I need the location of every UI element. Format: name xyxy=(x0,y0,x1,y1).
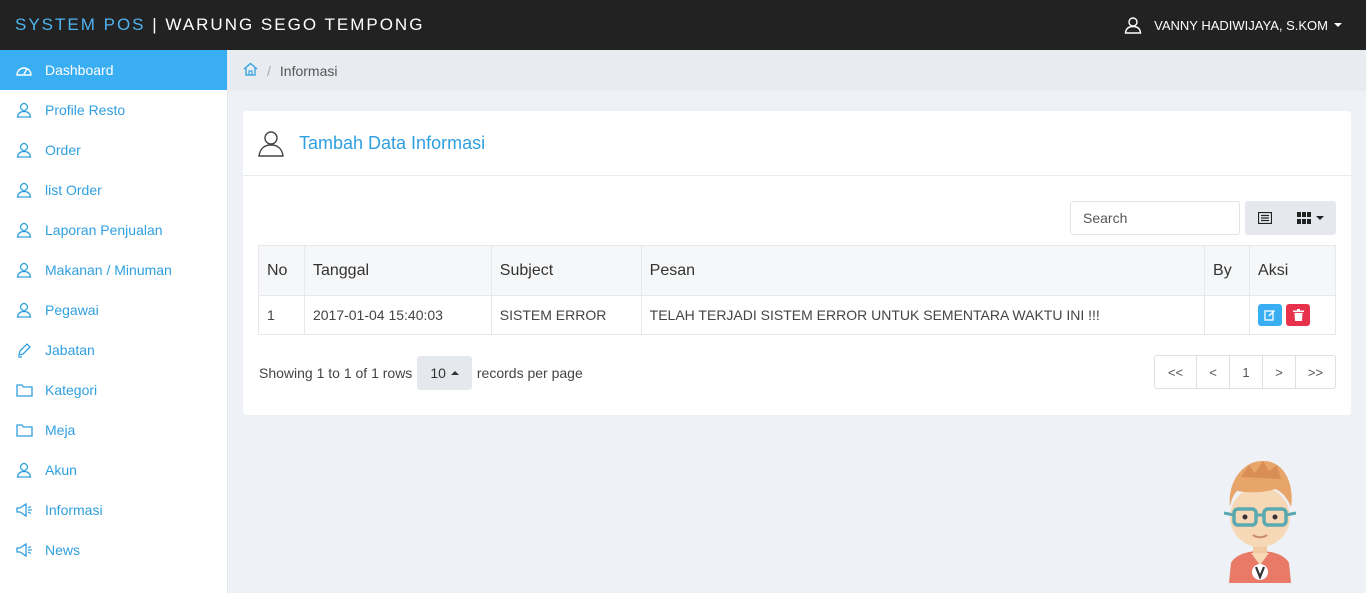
edit-icon xyxy=(1264,309,1276,321)
page-number-button[interactable]: 1 xyxy=(1230,356,1263,388)
dashboard-icon xyxy=(14,61,34,79)
sidebar-item-makanan-minuman[interactable]: Makanan / Minuman xyxy=(0,250,227,290)
sidebar-item-label: Jabatan xyxy=(45,342,95,358)
breadcrumb-separator: / xyxy=(267,62,271,79)
sidebar-item-label: Laporan Penjualan xyxy=(45,222,163,238)
user-name: VANNY HADIWIJAYA, S.KOM xyxy=(1154,17,1328,33)
search-input[interactable] xyxy=(1070,201,1240,235)
megaphone-icon xyxy=(14,501,34,519)
column-header-pesan[interactable]: Pesan xyxy=(640,245,1206,296)
user-icon xyxy=(14,221,34,239)
cell-by xyxy=(1204,295,1251,335)
user-icon xyxy=(14,101,34,119)
records-per-page-text: records per page xyxy=(476,365,583,381)
page-prev-button[interactable]: < xyxy=(1197,356,1230,388)
sidebar-item-laporan-penjualan[interactable]: Laporan Penjualan xyxy=(0,210,227,250)
list-view-button[interactable] xyxy=(1245,201,1285,235)
trash-icon xyxy=(1292,309,1304,321)
sidebar-item-label: Order xyxy=(45,142,81,158)
panel-title: Tambah Data Informasi xyxy=(299,132,486,153)
sidebar-item-kategori[interactable]: Kategori xyxy=(0,370,227,410)
folder-icon xyxy=(14,381,34,399)
table-row: 1 2017-01-04 15:40:03 SISTEM ERROR TELAH… xyxy=(258,295,1336,335)
sidebar-item-jabatan[interactable]: Jabatan xyxy=(0,330,227,370)
page-next-button[interactable]: > xyxy=(1263,356,1296,388)
sidebar-item-meja[interactable]: Meja xyxy=(0,410,227,450)
column-header-no[interactable]: No xyxy=(258,245,305,296)
user-icon xyxy=(14,461,34,479)
table-toolbar xyxy=(1070,201,1336,235)
sidebar-item-label: Meja xyxy=(45,422,76,438)
sidebar-item-dashboard[interactable]: Dashboard xyxy=(0,50,227,90)
brand-title[interactable]: SYSTEM POS | WARUNG SEGO TEMPONG xyxy=(15,15,424,35)
sidebar-item-label: Akun xyxy=(45,462,77,478)
panel-header: Tambah Data Informasi xyxy=(243,111,1351,176)
informasi-table: No Tanggal Subject Pesan By Aksi 1 2017-… xyxy=(258,245,1336,335)
column-header-subject[interactable]: Subject xyxy=(490,245,642,296)
top-navbar: SYSTEM POS | WARUNG SEGO TEMPONG VANNY H… xyxy=(0,0,1366,50)
caret-down-icon xyxy=(1316,216,1324,220)
user-icon xyxy=(14,141,34,159)
caret-down-icon xyxy=(1334,23,1342,27)
columns-button[interactable] xyxy=(1285,201,1336,235)
page-size-dropdown[interactable]: 10 xyxy=(417,356,472,390)
content-panel: Tambah Data Informasi No Tanggal Subject… xyxy=(243,111,1351,415)
folder-icon xyxy=(14,421,34,439)
sidebar-item-akun[interactable]: Akun xyxy=(0,450,227,490)
delete-button[interactable] xyxy=(1286,304,1311,326)
user-icon xyxy=(14,181,34,199)
showing-text: Showing 1 to 1 of 1 rows xyxy=(259,365,413,381)
megaphone-icon xyxy=(14,541,34,559)
edit-button[interactable] xyxy=(1258,304,1283,326)
pen-icon xyxy=(14,341,34,359)
brand-name: WARUNG SEGO TEMPONG xyxy=(165,15,425,34)
cell-pesan: TELAH TERJADI SISTEM ERROR UNTUK SEMENTA… xyxy=(640,295,1206,335)
user-icon xyxy=(14,301,34,319)
page-first-button[interactable]: << xyxy=(1155,356,1197,388)
columns-icon xyxy=(1297,212,1311,224)
pagination-info: Showing 1 to 1 of 1 rows 10 records per … xyxy=(259,356,583,390)
user-icon xyxy=(1124,17,1142,34)
sidebar-item-informasi[interactable]: Informasi xyxy=(0,490,227,530)
sidebar-item-label: News xyxy=(45,542,81,558)
sidebar-item-label: Kategori xyxy=(45,382,98,398)
sidebar-item-label: Pegawai xyxy=(45,302,99,318)
page-size-value: 10 xyxy=(430,365,446,381)
caret-up-icon xyxy=(450,371,459,375)
column-header-aksi[interactable]: Aksi xyxy=(1249,245,1336,296)
page-last-button[interactable]: >> xyxy=(1296,356,1335,388)
sidebar-item-label: Makanan / Minuman xyxy=(45,262,172,278)
sidebar-item-label: list Order xyxy=(45,182,102,198)
column-header-tanggal[interactable]: Tanggal xyxy=(303,245,492,296)
sidebar-item-profile-resto[interactable]: Profile Resto xyxy=(0,90,227,130)
user-icon xyxy=(14,261,34,279)
sidebar: Dashboard Profile Resto Order list Order… xyxy=(0,50,228,593)
list-icon xyxy=(1258,212,1272,224)
sidebar-item-news[interactable]: News xyxy=(0,530,227,570)
brand-prefix: SYSTEM POS xyxy=(15,15,146,34)
breadcrumb: / Informasi xyxy=(229,50,1366,91)
column-header-by[interactable]: By xyxy=(1204,245,1251,296)
brand-separator: | xyxy=(145,15,166,34)
mascot-image xyxy=(1223,460,1297,583)
sidebar-item-label: Dashboard xyxy=(45,62,114,78)
user-icon xyxy=(258,131,284,157)
sidebar-item-label: Profile Resto xyxy=(45,102,126,118)
sidebar-item-label: Informasi xyxy=(45,502,103,518)
cell-no: 1 xyxy=(258,295,305,335)
pagination: << < 1 > >> xyxy=(1154,355,1336,389)
sidebar-item-pegawai[interactable]: Pegawai xyxy=(0,290,227,330)
breadcrumb-current: Informasi xyxy=(279,62,338,79)
sidebar-item-order[interactable]: Order xyxy=(0,130,227,170)
sidebar-item-list-order[interactable]: list Order xyxy=(0,170,227,210)
view-button-group xyxy=(1245,201,1336,235)
cell-aksi xyxy=(1249,295,1336,335)
home-icon[interactable] xyxy=(243,62,258,79)
cell-subject: SISTEM ERROR xyxy=(490,295,642,335)
table-header-row: No Tanggal Subject Pesan By Aksi xyxy=(258,245,1336,296)
cell-tanggal: 2017-01-04 15:40:03 xyxy=(303,295,492,335)
user-menu[interactable]: VANNY HADIWIJAYA, S.KOM xyxy=(1124,16,1342,34)
